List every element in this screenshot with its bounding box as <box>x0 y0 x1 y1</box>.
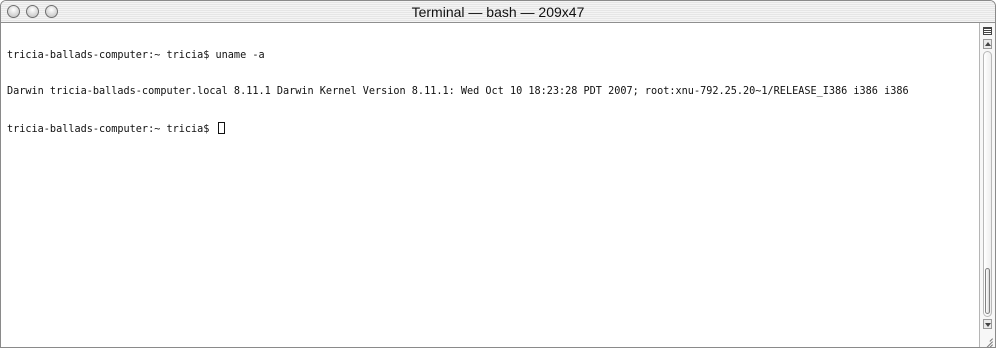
terminal-line: tricia-ballads-computer:~ tricia$ uname … <box>7 50 265 61</box>
terminal-prompt-line: tricia-ballads-computer:~ tricia$ <box>7 122 979 135</box>
split-pane-icon[interactable] <box>983 27 992 35</box>
terminal-line: Darwin tricia-ballads-computer.local 8.1… <box>7 86 909 97</box>
scroll-down-button[interactable] <box>983 319 992 329</box>
text-cursor <box>217 122 225 134</box>
scroll-thumb[interactable] <box>985 268 990 314</box>
terminal-content[interactable]: tricia-ballads-computer:~ tricia$ uname … <box>1 23 979 347</box>
vertical-scrollbar[interactable] <box>979 23 995 347</box>
arrow-up-icon <box>985 42 991 46</box>
terminal-window: Terminal — bash — 209x47 tricia-ballads-… <box>0 0 996 348</box>
resize-grip-icon[interactable] <box>983 335 993 347</box>
arrow-down-icon <box>985 323 991 327</box>
terminal-prompt: tricia-ballads-computer:~ tricia$ <box>7 124 216 135</box>
scroll-track[interactable] <box>983 51 992 317</box>
terminal-output: tricia-ballads-computer:~ tricia$ uname … <box>7 26 979 158</box>
scroll-up-button[interactable] <box>983 39 992 49</box>
title-bar[interactable]: Terminal — bash — 209x47 <box>1 1 995 23</box>
window-title: Terminal — bash — 209x47 <box>411 4 585 20</box>
